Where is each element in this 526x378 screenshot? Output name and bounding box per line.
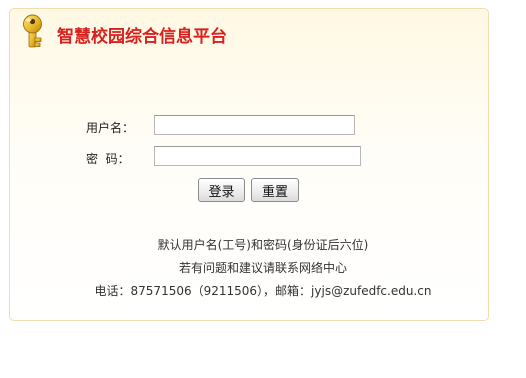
password-label: 密 码： (86, 152, 130, 166)
note-default-credentials: 默认用户名(工号)和密码(身份证后六位) (157, 238, 369, 252)
login-button[interactable]: 登录 (198, 178, 245, 202)
note-contact: 若有问题和建议请联系网络中心 (178, 261, 347, 275)
key-icon (23, 14, 42, 48)
username-input[interactable] (154, 115, 355, 135)
page-title: 智慧校园综合信息平台 (57, 27, 227, 47)
reset-button[interactable]: 重置 (251, 178, 299, 202)
username-label: 用户名： (86, 121, 135, 135)
note-phone-email: 电话：87571506（9211506），邮箱：jyjs@zufedfc.edu… (94, 284, 432, 298)
password-input[interactable] (154, 146, 361, 166)
